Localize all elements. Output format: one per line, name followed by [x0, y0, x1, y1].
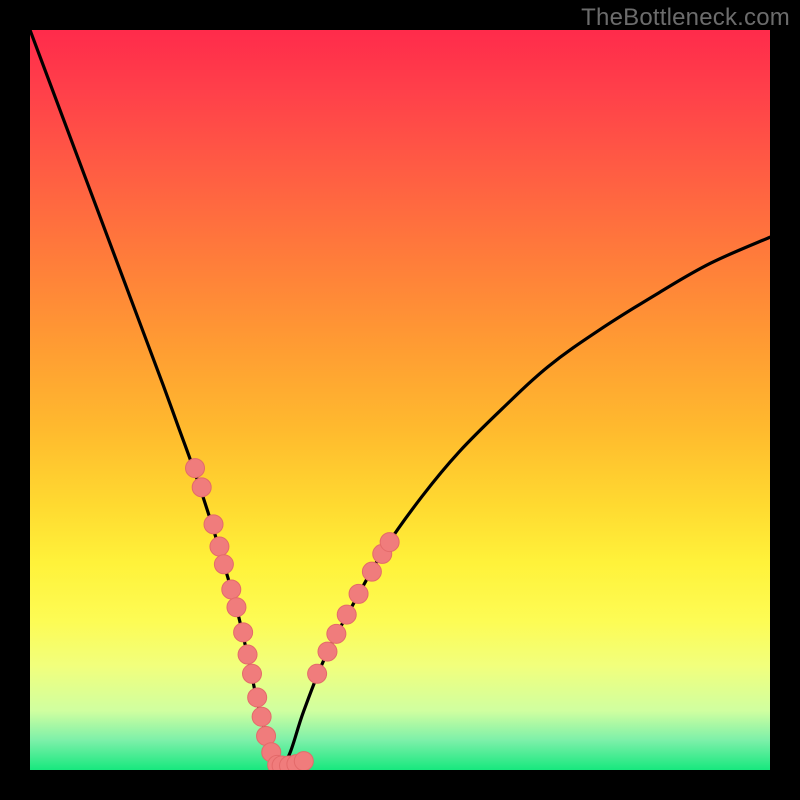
- data-dot: [186, 459, 205, 478]
- data-dot: [234, 623, 253, 642]
- data-dot: [362, 562, 381, 581]
- chart-frame: TheBottleneck.com: [0, 0, 800, 800]
- bottleneck-curve: [30, 30, 770, 767]
- plot-area: [30, 30, 770, 770]
- data-dot: [222, 580, 241, 599]
- data-dot: [308, 664, 327, 683]
- data-dot: [252, 707, 271, 726]
- data-dot: [214, 555, 233, 574]
- data-dot: [380, 533, 399, 552]
- data-dot: [238, 645, 257, 664]
- data-dot: [327, 624, 346, 643]
- data-dot: [210, 537, 229, 556]
- data-dot: [349, 584, 368, 603]
- data-dot: [243, 664, 262, 683]
- chart-svg: [30, 30, 770, 770]
- data-dot: [318, 642, 337, 661]
- data-dot: [192, 478, 211, 497]
- data-dot: [294, 752, 313, 770]
- data-dot: [204, 515, 223, 534]
- data-dot: [248, 688, 267, 707]
- data-dots: [186, 459, 400, 770]
- data-dot: [337, 605, 356, 624]
- watermark-text: TheBottleneck.com: [581, 4, 790, 32]
- data-dot: [227, 598, 246, 617]
